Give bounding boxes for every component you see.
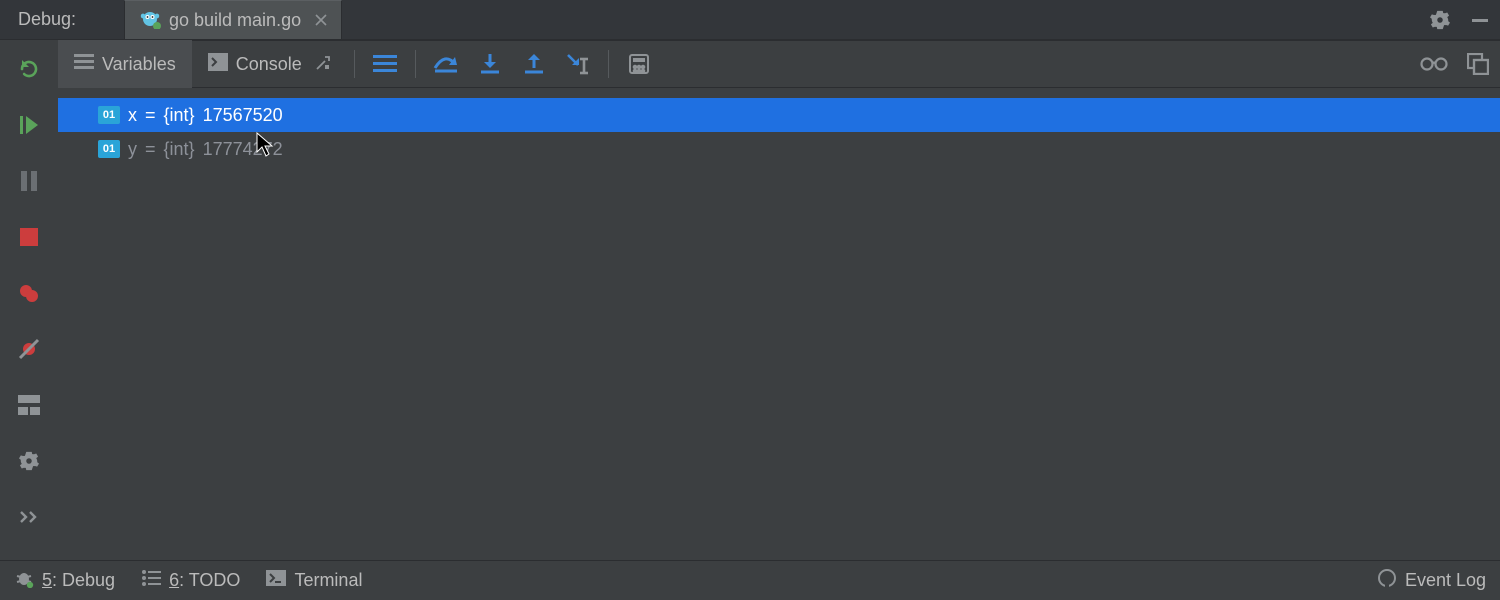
variable-type: {int} — [164, 139, 195, 160]
todo-list-icon — [141, 570, 161, 591]
status-event-log[interactable]: Event Log — [1377, 568, 1486, 593]
debug-title: Debug: — [0, 0, 124, 39]
resume-icon[interactable] — [14, 110, 44, 140]
close-tab-icon[interactable] — [315, 10, 327, 31]
restore-layout-icon[interactable] — [1456, 40, 1500, 88]
variable-value: 17774272 — [203, 139, 283, 160]
evaluate-expression-icon[interactable] — [617, 40, 661, 88]
pause-icon[interactable] — [14, 166, 44, 196]
step-over-icon[interactable] — [424, 40, 468, 88]
variable-name: x — [128, 105, 137, 126]
status-bar: 5: Debug 6: TODO Terminal Event Log — [0, 560, 1500, 600]
mute-breakpoints-icon[interactable] — [14, 334, 44, 364]
variables-view[interactable]: 01 x = {int} 17567520 01 y = {int} 17774… — [58, 88, 1500, 560]
rerun-icon[interactable] — [14, 54, 44, 84]
console-icon — [208, 53, 228, 76]
debug-side-toolbar — [0, 40, 58, 560]
status-todo-label: : TODO — [179, 570, 240, 590]
show-execution-point-icon[interactable] — [363, 40, 407, 88]
status-todo-tool[interactable]: 6: TODO — [141, 570, 240, 591]
debug-settings-icon[interactable] — [14, 446, 44, 476]
event-log-label: Event Log — [1405, 570, 1486, 591]
console-tab[interactable]: Console — [192, 40, 346, 88]
settings-icon[interactable] — [1420, 0, 1460, 40]
variable-row[interactable]: 01 y = {int} 17774272 — [58, 132, 1500, 166]
step-into-icon[interactable] — [468, 40, 512, 88]
int-badge-icon: 01 — [98, 106, 120, 124]
debug-header: Debug: go build main.go — [0, 0, 1500, 40]
equals-sign: = — [145, 139, 156, 160]
variable-value: 17567520 — [203, 105, 283, 126]
more-icon[interactable] — [14, 502, 44, 532]
int-badge-icon: 01 — [98, 140, 120, 158]
variables-tab[interactable]: Variables — [58, 40, 192, 88]
bug-icon — [14, 568, 34, 593]
minimize-icon[interactable] — [1460, 0, 1500, 40]
status-todo-number: 6 — [169, 570, 179, 590]
watches-glasses-icon[interactable] — [1412, 40, 1456, 88]
equals-sign: = — [145, 105, 156, 126]
debug-toolbar: Variables Console — [58, 40, 1500, 88]
run-to-cursor-icon[interactable] — [556, 40, 600, 88]
debug-main: Variables Console — [0, 40, 1500, 560]
variables-icon — [74, 54, 94, 75]
view-breakpoints-icon[interactable] — [14, 278, 44, 308]
status-terminal-label: Terminal — [294, 570, 362, 591]
variable-name: y — [128, 139, 137, 160]
console-pop-icon[interactable] — [316, 54, 330, 75]
variable-row[interactable]: 01 x = {int} 17567520 — [58, 98, 1500, 132]
run-config-tab[interactable]: go build main.go — [124, 0, 342, 39]
step-out-icon[interactable] — [512, 40, 556, 88]
status-debug-label: : Debug — [52, 570, 115, 590]
console-label: Console — [236, 54, 302, 75]
event-log-icon — [1377, 568, 1397, 593]
terminal-icon — [266, 570, 286, 591]
status-debug-tool[interactable]: 5: Debug — [14, 568, 115, 593]
stop-icon[interactable] — [14, 222, 44, 252]
debug-panel: Variables Console — [58, 40, 1500, 560]
layout-icon[interactable] — [14, 390, 44, 420]
variable-type: {int} — [164, 105, 195, 126]
run-config-label: go build main.go — [169, 10, 301, 31]
gopher-icon — [139, 7, 161, 34]
variables-label: Variables — [102, 54, 176, 75]
status-debug-number: 5 — [42, 570, 52, 590]
status-terminal-tool[interactable]: Terminal — [266, 570, 362, 591]
